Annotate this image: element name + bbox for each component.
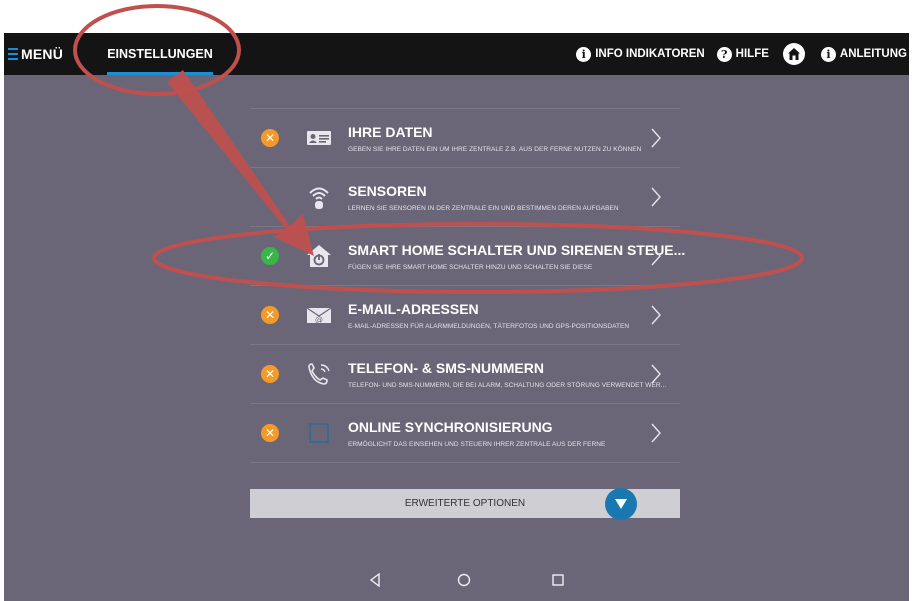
incomplete-status-icon: ✕ [261, 129, 279, 147]
info-icon: i [576, 46, 592, 62]
home-circle-icon[interactable] [457, 573, 471, 587]
info-icon: i [820, 46, 836, 62]
help-icon: ? [716, 46, 732, 62]
phone-icon [308, 363, 330, 385]
menu-label: MENÜ [21, 46, 64, 62]
tab-label: EINSTELLUNGEN [107, 47, 213, 61]
id-card-icon [307, 131, 331, 145]
advanced-options-label: ERWEITERTE OPTIONEN [404, 498, 526, 509]
help-button[interactable]: ? HILFE [716, 46, 769, 62]
chevron-right-icon [651, 423, 661, 443]
settings-list: ✕ IHRE DATEN GEBEN SIE IHRE DATEN EIN UM… [250, 108, 685, 463]
settings-item-subtitle: TELEFON- UND SMS-NUMMERN, DIE BEI ALARM,… [348, 382, 667, 389]
settings-item-ihre-daten[interactable]: ✕ IHRE DATEN GEBEN SIE IHRE DATEN EIN UM… [250, 108, 680, 167]
app-screen: MENÜ EINSTELLUNGEN i INFO INDIKATOREN ? … [4, 33, 909, 601]
incomplete-status-icon: ✕ [261, 424, 279, 442]
settings-item-title: TELEFON- & SMS-NUMMERN [348, 360, 544, 376]
top-bar: MENÜ EINSTELLUNGEN i INFO INDIKATOREN ? … [4, 33, 909, 75]
chevron-right-icon [651, 187, 661, 207]
android-nav-bar [4, 561, 909, 601]
settings-item-telefon[interactable]: ✕ TELEFON- & SMS-NUMMERN TELEFON- UND SM… [250, 344, 680, 403]
triangle-down-icon [615, 499, 627, 509]
help-label: HILFE [735, 48, 769, 60]
chevron-right-icon [651, 246, 661, 266]
settings-item-subtitle: FÜGEN SIE IHRE SMART HOME SCHALTER HINZU… [348, 264, 593, 271]
incomplete-status-icon: ✕ [261, 365, 279, 383]
email-icon: @ [306, 307, 332, 324]
sync-icon [309, 423, 329, 443]
settings-item-subtitle: LERNEN SIE SENSOREN IN DER ZENTRALE EIN … [348, 205, 619, 212]
settings-item-title: E-MAIL-ADRESSEN [348, 301, 479, 317]
wifi-sensor-icon [309, 187, 329, 209]
menu-button[interactable]: MENÜ [8, 42, 63, 66]
settings-item-title: IHRE DATEN [348, 124, 433, 140]
info-indicators-button[interactable]: i INFO INDIKATOREN [576, 46, 705, 62]
expand-advanced-button[interactable] [605, 488, 637, 520]
guide-button[interactable]: i ANLEITUNG [820, 46, 907, 62]
settings-item-email[interactable]: ✕ @ E-MAIL-ADRESSEN E-MAIL-ADRESSEN FÜR … [250, 285, 680, 344]
tab-einstellungen[interactable]: EINSTELLUNGEN [107, 33, 213, 75]
settings-item-smart-home[interactable]: ✓ SMART HOME SCHALTER UND SIRENEN STEUE.… [250, 226, 685, 285]
info-label: INFO INDIKATOREN [595, 48, 705, 60]
incomplete-status-icon: ✕ [261, 306, 279, 324]
hamburger-icon [8, 48, 18, 60]
smart-home-power-icon [307, 245, 331, 267]
settings-item-title: SENSOREN [348, 183, 427, 199]
chevron-right-icon [651, 364, 661, 384]
settings-item-subtitle: ERMÖGLICHT DAS EINSEHEN UND STEUERN IHRE… [348, 441, 606, 448]
settings-item-title: ONLINE SYNCHRONISIERUNG [348, 419, 553, 435]
back-icon[interactable] [368, 573, 382, 587]
recents-icon[interactable] [551, 573, 565, 587]
settings-item-title: SMART HOME SCHALTER UND SIRENEN STEUE... [348, 242, 686, 258]
settings-item-subtitle: E-MAIL-ADRESSEN FÜR ALARMMELDUNGEN, TÄTE… [348, 323, 630, 330]
chevron-right-icon [651, 128, 661, 148]
home-icon[interactable] [782, 43, 805, 65]
settings-item-subtitle: GEBEN SIE IHRE DATEN EIN UM IHRE ZENTRAL… [348, 146, 642, 153]
settings-item-sensoren[interactable]: SENSOREN LERNEN SIE SENSOREN IN DER ZENT… [250, 167, 680, 226]
guide-label: ANLEITUNG [839, 48, 907, 60]
top-actions: i INFO INDIKATOREN ? HILFE i ANLEITUNG [564, 33, 907, 75]
settings-item-online-sync[interactable]: ✕ ONLINE SYNCHRONISIERUNG ERMÖGLICHT DAS… [250, 403, 680, 463]
complete-status-icon: ✓ [261, 247, 279, 265]
chevron-right-icon [651, 305, 661, 325]
svg-text:@: @ [315, 315, 323, 324]
